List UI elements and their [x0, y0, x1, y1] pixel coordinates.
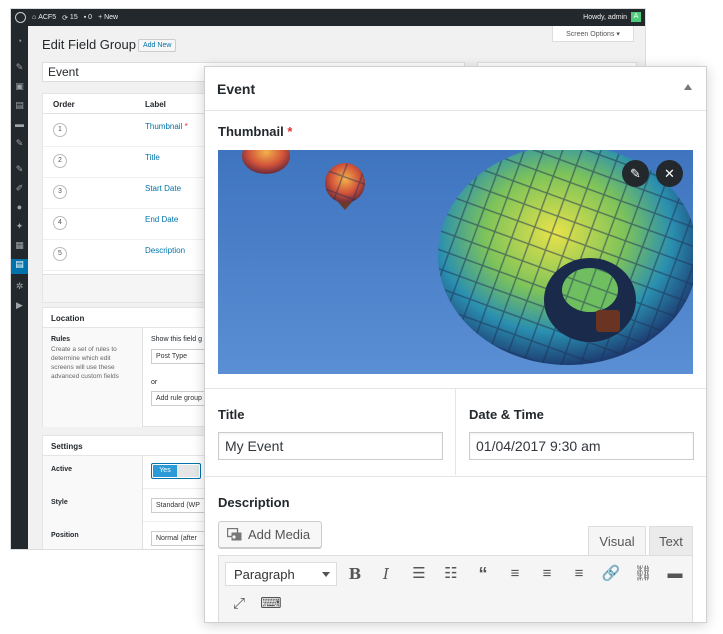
fullscreen-icon[interactable]: ⤢	[227, 592, 251, 616]
edit-image-button[interactable]: ✎	[622, 160, 649, 187]
page-title: Edit Field Group	[42, 37, 136, 52]
format-select[interactable]: Paragraph	[225, 562, 337, 586]
field-label-link[interactable]: Title	[145, 153, 160, 162]
new-content-link[interactable]: + New	[98, 14, 118, 21]
add-new-button[interactable]: Add New	[138, 39, 177, 52]
field-label-link[interactable]: Description	[145, 246, 185, 255]
date-time-input[interactable]: 01/04/2017 9:30 am	[469, 432, 694, 460]
chevron-down-icon	[322, 572, 330, 577]
field-label-link[interactable]: End Date	[145, 215, 178, 224]
order-column-header: Order	[53, 100, 75, 109]
field-order-badge[interactable]: 4	[53, 216, 67, 230]
admin-bar: ⌂ ACF5 ⟳ 15 ▪ 0 + New Howdy, admin A	[11, 9, 645, 26]
comments-link[interactable]: ▪ 0	[84, 14, 92, 21]
label-column-header: Label	[145, 100, 166, 109]
tools-icon[interactable]: ✦	[14, 221, 25, 232]
thumbnail-label: Thumbnail *	[218, 124, 293, 139]
metabox-title: Event	[217, 81, 256, 97]
home-icon: ⌂	[32, 14, 37, 21]
field-label-link[interactable]: Thumbnail *	[145, 122, 188, 131]
position-select[interactable]: Normal (after	[151, 531, 211, 546]
required-asterisk: *	[287, 124, 293, 139]
plus-icon: +	[98, 14, 103, 21]
or-label: or	[151, 379, 158, 386]
toggle-on-label: Yes	[153, 465, 177, 477]
media-icon[interactable]: ▣	[14, 81, 25, 92]
posts-icon[interactable]: ✎	[14, 62, 25, 73]
date-time-label: Date & Time	[469, 407, 544, 422]
media-icon	[226, 527, 243, 542]
comments-menu-icon[interactable]: ▬	[14, 119, 25, 130]
appearance-icon[interactable]: ✎	[14, 164, 25, 175]
thumbnail-image	[218, 150, 693, 374]
plugins-icon[interactable]: ✐	[14, 183, 25, 194]
style-label: Style	[43, 489, 143, 522]
tab-visual[interactable]: Visual	[588, 526, 646, 555]
align-left-icon[interactable]: ≡	[503, 562, 527, 586]
site-name-link[interactable]: ⌂ ACF5	[32, 14, 56, 21]
metabox-header[interactable]: Event	[205, 67, 706, 111]
align-right-icon[interactable]: ≡	[567, 562, 591, 586]
account-menu[interactable]: Howdy, admin A	[583, 12, 641, 22]
divider	[455, 389, 456, 475]
dashboard-icon[interactable]: ◔	[14, 36, 25, 47]
updates-link[interactable]: ⟳ 15	[62, 14, 78, 22]
bold-icon[interactable]: B	[343, 562, 367, 586]
style-select[interactable]: Standard (WP	[151, 498, 211, 513]
screen-options-button[interactable]: Screen Options ▾	[552, 26, 634, 42]
balloon-photo	[218, 150, 693, 374]
align-center-icon[interactable]: ≡	[535, 562, 559, 586]
editor-toolbar: Paragraph B I ☰ ☷ “ ≡ ≡ ≡ 🔗 ⛓ ▬ ⤢ ⌨	[218, 555, 693, 622]
gear-icon[interactable]: ✲	[14, 281, 25, 292]
pages-icon[interactable]: ▤	[14, 100, 25, 111]
bullet-list-icon[interactable]: ☰	[407, 562, 431, 586]
active-label: Active	[43, 456, 143, 489]
event-metabox: Event Thumbnail * ✎ ✕ Title My Event Dat…	[204, 66, 707, 623]
add-media-button[interactable]: Add Media	[218, 521, 322, 548]
wordpress-logo-icon[interactable]	[15, 12, 26, 23]
field-order-badge[interactable]: 3	[53, 185, 67, 199]
unlink-icon[interactable]: ⛓	[631, 562, 655, 586]
users-icon[interactable]: ●	[14, 202, 25, 213]
settings-menu-icon[interactable]: ▦	[14, 240, 25, 251]
comments-icon: ▪	[83, 14, 87, 21]
rules-description: Rules Create a set of rules to determine…	[43, 328, 143, 427]
title-label: Title	[218, 407, 245, 422]
admin-menu: ◔ ✎ ▣ ▤ ▬ ✎ ✎ ✐ ● ✦ ▦ ▤ ✲ ▶	[11, 26, 28, 549]
howdy-text: Howdy, admin	[583, 13, 627, 21]
rules-title: Rules	[51, 336, 71, 343]
numbered-list-icon[interactable]: ☷	[439, 562, 463, 586]
collapse-arrow-icon[interactable]	[684, 84, 692, 90]
field-order-badge[interactable]: 5	[53, 247, 67, 261]
field-label-link[interactable]: Start Date	[145, 184, 181, 193]
remove-image-button[interactable]: ✕	[656, 160, 683, 187]
divider	[205, 476, 706, 477]
avatar: A	[631, 12, 641, 22]
close-icon: ✕	[664, 166, 675, 181]
active-toggle[interactable]: Yes	[151, 463, 201, 479]
field-order-badge[interactable]: 2	[53, 154, 67, 168]
custom-fields-icon[interactable]: ▤	[11, 259, 28, 274]
pin-icon[interactable]: ✎	[14, 138, 25, 149]
description-label: Description	[218, 495, 290, 510]
position-label: Position	[43, 522, 143, 549]
collapse-icon[interactable]: ▶	[14, 300, 25, 311]
toggle-knob	[177, 465, 199, 477]
toolbar-toggle-icon[interactable]: ⌨	[259, 592, 283, 616]
read-more-icon[interactable]: ▬	[663, 562, 687, 586]
field-order-badge[interactable]: 1	[53, 123, 67, 137]
pencil-icon: ✎	[630, 166, 641, 181]
rules-desc-text: Create a set of rules to determine which…	[51, 346, 119, 380]
blockquote-icon[interactable]: “	[471, 562, 495, 586]
tab-text[interactable]: Text	[649, 526, 693, 555]
link-icon[interactable]: 🔗	[599, 562, 623, 586]
updates-icon: ⟳	[62, 14, 68, 22]
show-if-label: Show this field g	[151, 336, 202, 343]
italic-icon[interactable]: I	[374, 562, 398, 586]
title-input[interactable]: My Event	[218, 432, 443, 460]
